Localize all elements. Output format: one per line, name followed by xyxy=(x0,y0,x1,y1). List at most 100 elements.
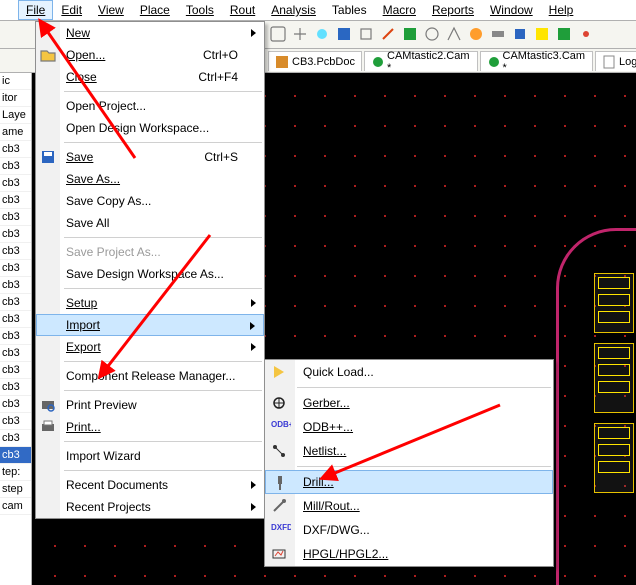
quick-load-icon xyxy=(271,364,289,380)
layer-row[interactable]: cb3 xyxy=(0,175,31,192)
layer-row[interactable]: cb3 xyxy=(0,209,31,226)
toolbar-btn-9[interactable] xyxy=(444,24,464,44)
submenu-item-mill-rout[interactable]: Mill/Rout... xyxy=(265,494,553,518)
layer-row[interactable]: cb3 xyxy=(0,362,31,379)
menu-item-save-as[interactable]: Save As... xyxy=(36,168,264,190)
toolbar-btn-4[interactable] xyxy=(334,24,354,44)
tab-label: CAMtastic2.Cam * xyxy=(387,50,471,74)
layer-row[interactable]: cb3 xyxy=(0,396,31,413)
menu-item-import-wizard[interactable]: Import Wizard xyxy=(36,445,264,467)
submenu-item-drill[interactable]: Drill... xyxy=(265,470,553,494)
menu-item-recent-projects[interactable]: Recent Projects xyxy=(36,496,264,518)
layer-row-selected[interactable]: cb3 xyxy=(0,447,31,464)
menu-item-setup[interactable]: Setup xyxy=(36,292,264,314)
menu-item-close[interactable]: Close Ctrl+F4 xyxy=(36,66,264,88)
menu-item-import[interactable]: Import xyxy=(36,314,264,336)
menu-item-save-copy-as[interactable]: Save Copy As... xyxy=(36,190,264,212)
layer-row[interactable]: cb3 xyxy=(0,226,31,243)
toolbar-btn-8[interactable] xyxy=(422,24,442,44)
submenu-item-odb[interactable]: ODB++ ODB++... xyxy=(265,415,553,439)
menu-place[interactable]: Place xyxy=(132,0,178,20)
menu-tables[interactable]: Tables xyxy=(324,0,375,20)
menu-item-print-preview[interactable]: Print Preview xyxy=(36,394,264,416)
layer-row[interactable]: cb3 xyxy=(0,345,31,362)
layer-row[interactable]: cb3 xyxy=(0,294,31,311)
toolbar-btn-11[interactable] xyxy=(488,24,508,44)
svg-text:DXFDWG: DXFDWG xyxy=(271,523,291,532)
menu-macro[interactable]: Macro xyxy=(375,0,424,20)
menu-item-new[interactable]: New xyxy=(36,22,264,44)
toolbar-btn-7[interactable] xyxy=(400,24,420,44)
toolbar-btn-2[interactable] xyxy=(290,24,310,44)
layers-panel: ic itor Laye ame cb3 cb3 cb3 cb3 cb3 cb3… xyxy=(0,73,32,585)
menu-item-component-release-manager[interactable]: Component Release Manager... xyxy=(36,365,264,387)
tab-label: CB3.PcbDoc xyxy=(292,56,355,68)
menu-reports[interactable]: Reports xyxy=(424,0,482,20)
toolbar-btn-13[interactable] xyxy=(532,24,552,44)
menu-tools[interactable]: Tools xyxy=(178,0,222,20)
odb-icon: ODB++ xyxy=(271,419,289,435)
menu-item-print[interactable]: Print... xyxy=(36,416,264,438)
layer-row[interactable]: cb3 xyxy=(0,192,31,209)
layer-row[interactable]: cb3 xyxy=(0,243,31,260)
save-icon xyxy=(40,149,56,165)
submenu-arrow-icon xyxy=(251,29,256,37)
toolbar-btn-15[interactable] xyxy=(576,24,596,44)
submenu-item-dxf-dwg[interactable]: DXFDWG DXF/DWG... xyxy=(265,518,553,542)
tab-camtastic-2[interactable]: CAMtastic2.Cam * xyxy=(364,51,478,71)
menu-item-save-project-as: Save Project As... xyxy=(36,241,264,263)
folder-open-icon xyxy=(40,47,56,63)
menu-edit[interactable]: Edit xyxy=(53,0,90,20)
toolbar-btn-10[interactable] xyxy=(466,24,486,44)
tab-camtastic-3[interactable]: CAMtastic3.Cam * xyxy=(480,51,594,71)
mill-icon xyxy=(271,498,289,514)
toolbar-btn-12[interactable] xyxy=(510,24,530,44)
submenu-item-gerber[interactable]: Gerber... xyxy=(265,391,553,415)
submenu-item-hpgl[interactable]: HPGL/HPGL2... xyxy=(265,542,553,566)
layer-row[interactable]: cb3 xyxy=(0,379,31,396)
layer-row[interactable]: cb3 xyxy=(0,430,31,447)
menu-item-save-design-workspace-as[interactable]: Save Design Workspace As... xyxy=(36,263,264,285)
menu-item-save[interactable]: Save Ctrl+S xyxy=(36,146,264,168)
layer-row[interactable]: tep: xyxy=(0,464,31,481)
toolbar-btn-6[interactable] xyxy=(378,24,398,44)
menu-item-open-design-workspace[interactable]: Open Design Workspace... xyxy=(36,117,264,139)
menu-item-save-all[interactable]: Save All xyxy=(36,212,264,234)
layer-row[interactable]: cb3 xyxy=(0,141,31,158)
panel-text: ic xyxy=(0,73,31,90)
toolbar-btn-3[interactable] xyxy=(312,24,332,44)
layer-row[interactable]: cam xyxy=(0,498,31,515)
menu-window[interactable]: Window xyxy=(482,0,541,20)
printer-icon xyxy=(40,419,56,435)
menu-help[interactable]: Help xyxy=(541,0,582,20)
toolbar-btn-5[interactable] xyxy=(356,24,376,44)
toolbar-btn-1[interactable] xyxy=(268,24,288,44)
layer-row[interactable]: cb3 xyxy=(0,158,31,175)
submenu-arrow-icon xyxy=(251,299,256,307)
submenu-item-quick-load[interactable]: Quick Load... xyxy=(265,360,553,384)
submenu-arrow-icon xyxy=(251,481,256,489)
menu-item-open[interactable]: Open... Ctrl+O xyxy=(36,44,264,66)
cam-file-icon xyxy=(371,55,384,69)
text-file-icon xyxy=(602,55,616,69)
menubar: File Edit View Place Tools Rout Analysis… xyxy=(0,0,636,21)
menu-file[interactable]: File xyxy=(18,0,53,20)
menu-item-export[interactable]: Export xyxy=(36,336,264,358)
layer-row[interactable]: cb3 xyxy=(0,311,31,328)
tab-pcb-doc[interactable]: CB3.PcbDoc xyxy=(268,51,362,71)
shortcut-text: Ctrl+S xyxy=(204,146,238,168)
toolbar-btn-14[interactable] xyxy=(554,24,574,44)
tab-log[interactable]: Log_201 xyxy=(595,51,636,71)
menu-analysis[interactable]: Analysis xyxy=(263,0,324,20)
layer-row[interactable]: cb3 xyxy=(0,413,31,430)
hpgl-icon xyxy=(271,546,289,562)
layer-row[interactable]: cb3 xyxy=(0,260,31,277)
menu-view[interactable]: View xyxy=(90,0,132,20)
menu-item-open-project[interactable]: Open Project... xyxy=(36,95,264,117)
layer-row[interactable]: cb3 xyxy=(0,328,31,345)
layer-row[interactable]: cb3 xyxy=(0,277,31,294)
menu-item-recent-documents[interactable]: Recent Documents xyxy=(36,474,264,496)
submenu-item-netlist[interactable]: Netlist... xyxy=(265,439,553,463)
menu-rout[interactable]: Rout xyxy=(222,0,263,20)
layer-row[interactable]: step xyxy=(0,481,31,498)
